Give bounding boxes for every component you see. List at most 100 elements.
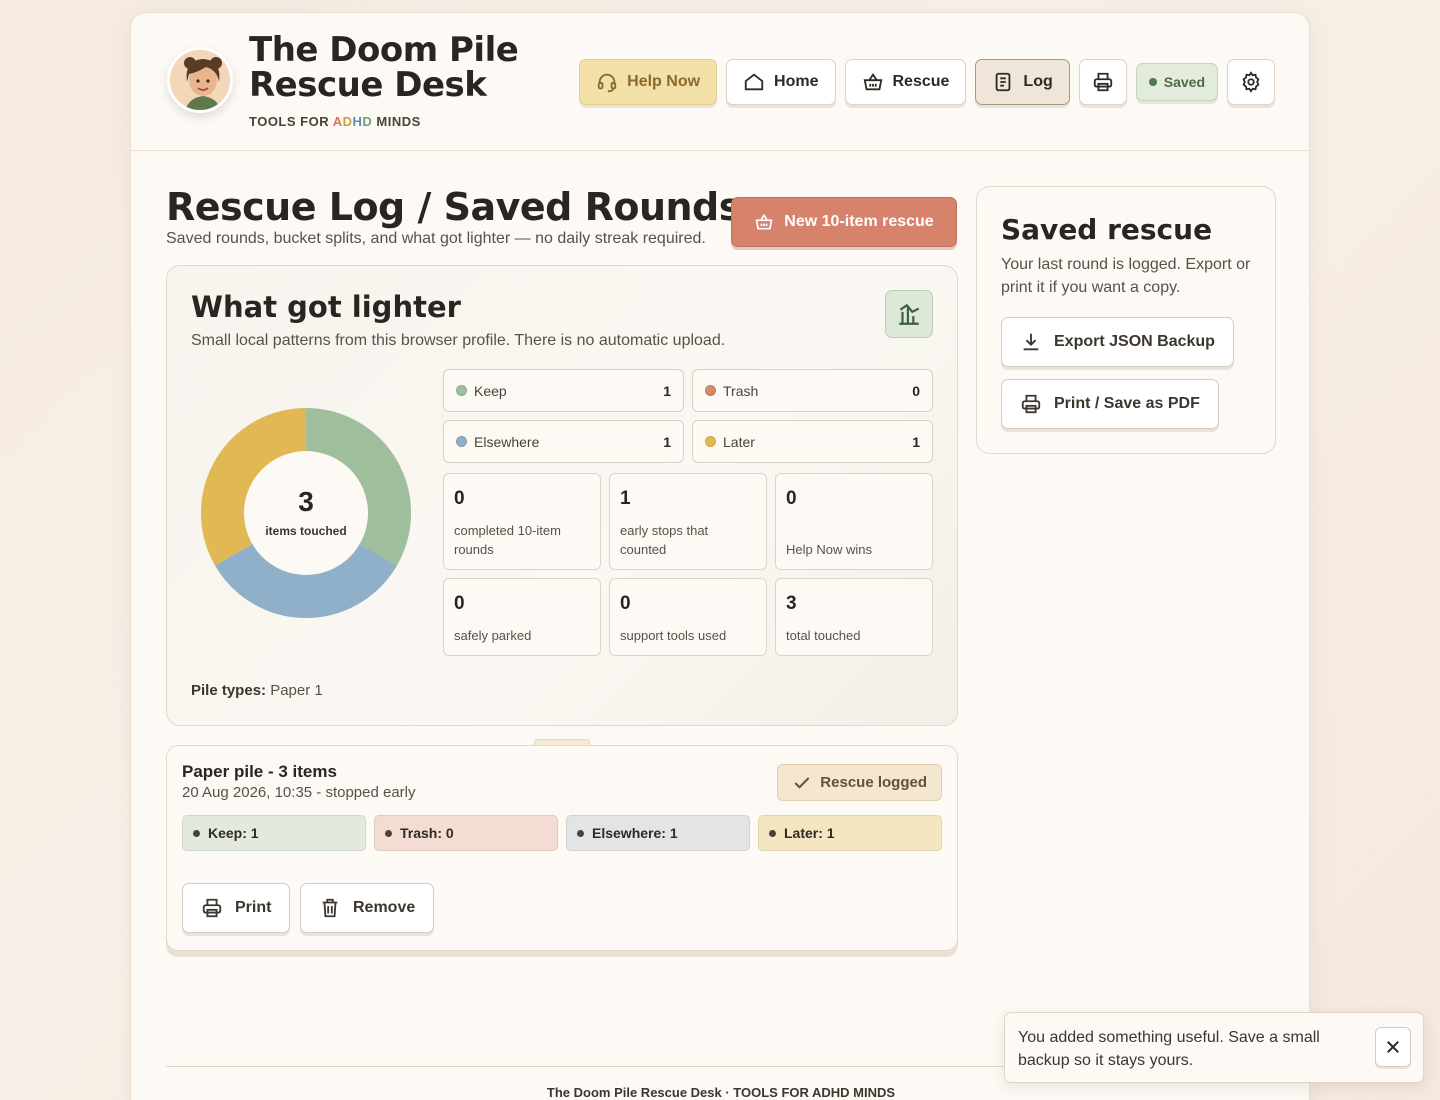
rescue-button[interactable]: Rescue [844,59,967,105]
bucket-trash: Trash 0 [692,369,933,412]
log-entry-title: Paper pile - 3 items [182,762,337,781]
headset-icon [597,73,617,93]
later-dot-icon [705,436,716,447]
chip-dot-icon [769,829,776,837]
saved-status-badge: Saved [1135,63,1218,101]
page-title: Rescue Log / Saved Rounds [166,185,741,229]
page-subtitle: Saved rounds, bucket splits, and what go… [166,230,706,247]
brand-title-line2: Rescue Desk [249,65,487,105]
trash-dot-icon [705,385,716,396]
tagline-letter-d: D [342,114,353,129]
chip-later: Later: 1 [758,815,942,851]
brand-title-line1: The Doom Pile [249,30,519,70]
check-icon [794,776,810,789]
pile-types: Pile types: Paper 1 [191,682,323,699]
pile-types-label: Pile types: [191,682,267,699]
rescue-label: Rescue [892,73,950,90]
tagline-letter-h: H [352,114,363,129]
bucket-value: 1 [663,382,671,399]
chip-dot-icon [385,829,392,837]
stat-label: completed 10-item rounds [454,523,561,557]
chip-trash: Trash: 0 [374,815,558,851]
gear-icon [1242,71,1260,93]
toast-close-button[interactable] [1375,1027,1411,1067]
elsewhere-dot-icon [456,436,467,447]
bucket-label: Trash [723,382,759,399]
card-title: What got lighter [191,290,461,324]
chip-elsewhere: Elsewhere: 1 [566,815,750,851]
backup-toast: You added something useful. Save a small… [1004,1012,1424,1083]
printer-icon [202,898,222,918]
printer-icon [1021,394,1041,414]
bucket-label: Later [723,433,755,450]
stat-label: safely parked [454,628,532,643]
rescue-logged-badge: Rescue logged [777,764,942,801]
entry-remove-button[interactable]: Remove [300,883,435,933]
saved-dot-icon [1148,78,1157,86]
entry-print-button[interactable]: Print [182,883,291,933]
bucket-value: 1 [912,433,920,450]
help-now-label: Help Now [627,73,701,90]
new-rescue-button[interactable]: New 10-item rescue [731,197,957,247]
stat-number: 1 [620,488,631,509]
bucket-keep: Keep 1 [443,369,684,412]
chart-view-button[interactable] [885,290,933,338]
basket-icon [755,213,773,230]
stat-safely-parked: 0 safely parked [443,578,601,656]
stat-number: 0 [454,488,465,509]
home-button[interactable]: Home [726,59,836,105]
saved-title: Saved rescue [1001,213,1213,246]
avatar [167,47,233,113]
help-now-button[interactable]: Help Now [579,59,718,105]
stat-total-touched: 3 total touched [775,578,933,656]
bucket-value: 1 [663,433,671,450]
stat-number: 0 [786,488,797,509]
export-json-button[interactable]: Export JSON Backup [1001,317,1234,367]
printer-icon [1093,72,1112,92]
download-icon [1023,333,1039,351]
bucket-label: Keep [474,382,507,399]
card-subtitle: Small local patterns from this browser p… [191,332,726,349]
avatar-illustration [170,50,230,110]
print-pdf-label: Print / Save as PDF [1054,395,1200,412]
bucket-later: Later 1 [692,420,933,463]
donut-label: items touched [265,524,347,538]
chip-label: Later: 1 [784,825,835,841]
basket-icon [863,73,882,91]
saved-label: Saved [1163,74,1205,90]
print-button[interactable] [1078,59,1127,105]
top-nav: Help Now Home Rescue Log Saved [579,59,1275,105]
stat-support-tools: 0 support tools used [609,578,767,656]
home-icon [744,73,764,91]
chart-icon [899,303,920,325]
stat-number: 0 [620,593,631,614]
log-button[interactable]: Log [975,59,1070,105]
header: The Doom Pile Rescue Desk TOOLS FOR ADHD… [131,13,1309,151]
bucket-value: 0 [912,382,920,399]
stat-label: total touched [786,628,861,643]
entry-remove-label: Remove [353,899,416,916]
new-rescue-label: New 10-item rescue [784,213,934,230]
settings-button[interactable] [1227,59,1275,105]
tagline-letter-d2: D [362,114,373,129]
tagline-pre: TOOLS FOR [249,114,333,129]
pile-types-value: Paper 1 [270,682,323,699]
tagline-post: MINDS [372,114,421,129]
tagline-letter-a: A [332,114,343,129]
brand-tagline: TOOLS FOR ADHD MINDS [249,114,421,129]
log-entry-card: Paper pile - 3 items 20 Aug 2026, 10:35 … [166,745,958,951]
toast-message: You added something useful. Save a small… [1018,1029,1320,1069]
entry-print-label: Print [235,899,272,916]
log-label: Log [1023,73,1053,90]
export-label: Export JSON Backup [1054,333,1215,350]
chip-dot-icon [193,829,200,837]
stat-label: support tools used [620,628,727,643]
chip-dot-icon [577,829,584,837]
footer-text: The Doom Pile Rescue Desk · TOOLS FOR AD… [546,1085,896,1100]
trash-icon [322,898,338,918]
chip-keep: Keep: 1 [182,815,366,851]
app-window: The Doom Pile Rescue Desk TOOLS FOR ADHD… [130,12,1310,1100]
brand-title: The Doom Pile Rescue Desk [249,30,519,105]
print-pdf-button[interactable]: Print / Save as PDF [1001,379,1219,429]
log-entry-meta: 20 Aug 2026, 10:35 - stopped early [182,784,416,801]
